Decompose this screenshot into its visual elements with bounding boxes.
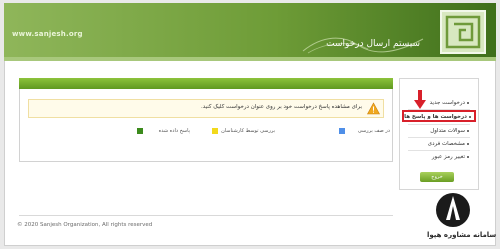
legend-swatch-queue	[339, 128, 345, 134]
legend-label-review: بررسی توسط کارشناسان	[221, 128, 275, 134]
warning-icon	[367, 102, 380, 115]
logo-emblem-icon	[445, 15, 481, 49]
sidebar-item-new-request[interactable]: درخواست جدید	[430, 100, 469, 106]
legend-label-answered: پاسخ داده شده	[158, 128, 190, 134]
sidebar-item-change-password[interactable]: تغییر رمز عبور	[432, 154, 469, 160]
page-title: سیستم ارسال درخواست	[326, 39, 420, 49]
panel-header	[19, 78, 393, 89]
panel-title: مشاهده پاسخ	[421, 80, 458, 86]
bullet-icon	[467, 129, 469, 132]
watermark-text: سامانه مشاوره هپوا	[427, 231, 497, 239]
sidebar-item-profile[interactable]: مشخصات فردی	[428, 141, 469, 147]
arrow-down-icon	[414, 90, 426, 109]
bullet-icon	[467, 155, 469, 158]
copyright-text: © 2020 Sanjesh Organization, All rights …	[17, 222, 153, 228]
bullet-icon	[467, 142, 469, 145]
legend-swatch-review	[212, 128, 218, 134]
bullet-icon	[467, 101, 469, 104]
divider	[408, 150, 470, 151]
sanjesh-logo	[440, 10, 486, 54]
legend-label-queue: در صف بررسی	[357, 128, 390, 134]
notice-text: برای مشاهده پاسخ درخواست خود بر روی عنوا…	[200, 104, 362, 110]
exit-button[interactable]: خروج	[420, 172, 454, 182]
replies-panel	[19, 78, 393, 162]
footer-divider	[19, 215, 393, 216]
sidebar-item-faq[interactable]: سوالات متداول	[430, 128, 469, 134]
site-url[interactable]: www.sanjesh.org	[12, 30, 83, 38]
legend-swatch-answered	[137, 128, 143, 134]
highlight-box	[402, 110, 476, 122]
divider	[408, 137, 470, 138]
divider	[408, 124, 470, 125]
header-border	[4, 57, 496, 61]
